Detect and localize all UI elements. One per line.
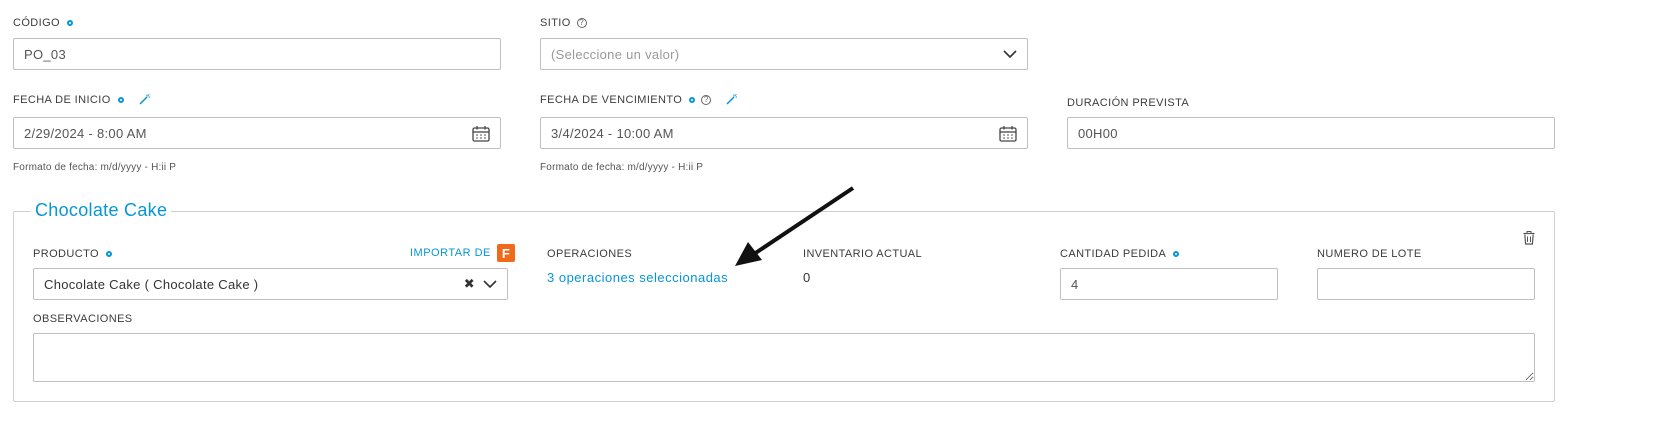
product-section-title: Chocolate Cake [31, 200, 172, 221]
codigo-input[interactable]: PO_03 [13, 38, 501, 70]
codigo-label: CÓDIGO [13, 17, 74, 29]
operaciones-label: OPERACIONES [547, 248, 633, 260]
required-dot-icon [105, 251, 112, 257]
observaciones-label: OBSERVACIONES [33, 313, 133, 325]
duracion-input[interactable]: 00H00 [1067, 117, 1555, 149]
inventario-value: 0 [803, 270, 811, 285]
help-icon[interactable]: ? [576, 18, 587, 28]
fecha-inicio-label: FECHA DE INICIO [13, 94, 150, 106]
clear-icon[interactable]: ✖ [464, 276, 475, 292]
producto-select[interactable]: Chocolate Cake ( Chocolate Cake ) ✖ [33, 268, 508, 300]
cantidad-label: CANTIDAD PEDIDA [1060, 248, 1180, 260]
sitio-select[interactable]: (Seleccione un valor) [540, 38, 1028, 70]
magic-wand-icon[interactable] [725, 94, 738, 106]
lote-input[interactable] [1317, 268, 1535, 300]
required-dot-icon [1173, 251, 1180, 257]
import-from-link[interactable]: IMPORTAR DE F [410, 244, 515, 262]
fecha-inicio-hint: Formato de fecha: m/d/yyyy - H:ii P [13, 162, 177, 173]
required-dot-icon [117, 97, 124, 103]
sitio-label: SITIO ? [540, 17, 587, 29]
chevron-down-icon [1003, 49, 1017, 58]
lote-label: NUMERO DE LOTE [1317, 248, 1422, 260]
fecha-vencimiento-hint: Formato de fecha: m/d/yyyy - H:ii P [540, 162, 704, 173]
calendar-icon[interactable] [472, 125, 490, 142]
fecha-inicio-input[interactable]: 2/29/2024 - 8:00 AM [13, 117, 501, 149]
trash-icon[interactable] [1523, 231, 1535, 245]
duracion-label: DURACIÓN PREVISTA [1067, 97, 1190, 109]
fecha-vencimiento-label: FECHA DE VENCIMIENTO ? [540, 94, 738, 106]
required-dot-icon [689, 97, 696, 103]
fusion-logo-icon: F [496, 244, 515, 262]
operaciones-link[interactable]: 3 operaciones seleccionadas [547, 270, 728, 285]
required-dot-icon [67, 20, 74, 26]
help-icon[interactable]: ? [701, 95, 712, 105]
fecha-vencimiento-input[interactable]: 3/4/2024 - 10:00 AM [540, 117, 1028, 149]
cantidad-input[interactable]: 4 [1060, 268, 1278, 300]
observaciones-textarea[interactable] [33, 333, 1535, 382]
magic-wand-icon[interactable] [138, 94, 150, 106]
arrow-annotation [735, 186, 855, 266]
producto-label: PRODUCTO [33, 248, 112, 260]
calendar-icon[interactable] [999, 125, 1017, 142]
chevron-down-icon[interactable] [483, 279, 497, 289]
